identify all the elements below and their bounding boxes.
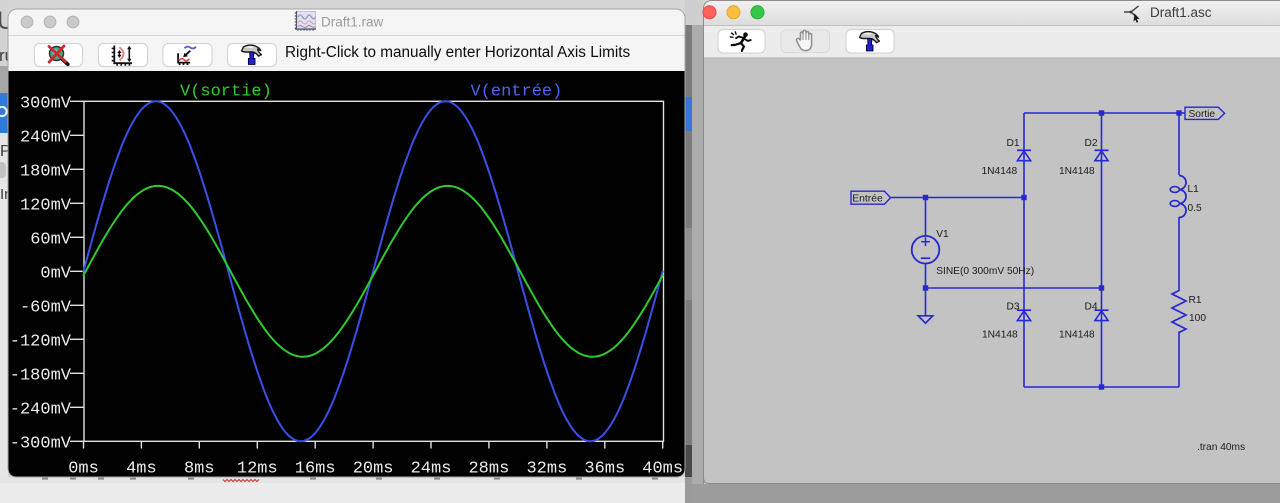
svg-text:20ms: 20ms [353,460,394,479]
svg-text:D3: D3 [1007,301,1020,312]
svg-text:SINE(0 300mV 50Hz): SINE(0 300mV 50Hz) [936,266,1034,277]
svg-text:-300mV: -300mV [10,435,72,454]
svg-text:0ms: 0ms [68,460,99,479]
svg-text:-240mV: -240mV [10,401,72,420]
svg-text:180mV: 180mV [20,163,72,182]
svg-text:V1: V1 [936,229,949,240]
svg-text:16ms: 16ms [295,460,336,479]
svg-text:12ms: 12ms [237,460,278,479]
svg-text:D2: D2 [1085,138,1098,149]
svg-text:120mV: 120mV [20,197,72,216]
svg-text:4ms: 4ms [126,460,157,479]
svg-text:40ms: 40ms [642,460,683,479]
svg-text:60mV: 60mV [30,231,72,250]
svg-text:Entrée: Entrée [852,193,883,204]
svg-text:1N4148: 1N4148 [1059,166,1095,177]
svg-text:8ms: 8ms [184,460,215,479]
svg-text:R1: R1 [1189,295,1202,306]
svg-text:D1: D1 [1007,138,1020,149]
svg-text:300mV: 300mV [20,95,72,114]
svg-text:36ms: 36ms [584,460,625,479]
svg-text:0mV: 0mV [40,265,71,284]
svg-text:-120mV: -120mV [10,333,72,352]
svg-text:Draft1.asc: Draft1.asc [1150,5,1212,20]
svg-text:Draft1.raw: Draft1.raw [321,14,384,29]
svg-text:100: 100 [1189,313,1206,324]
svg-text:1N4148: 1N4148 [1059,330,1095,341]
svg-text:.tran 40ms: .tran 40ms [1197,442,1245,453]
svg-text:D4: D4 [1085,301,1098,312]
svg-text:Right-Click to manually enter: Right-Click to manually enter Horizontal… [285,44,631,61]
svg-text:1N4148: 1N4148 [982,330,1018,341]
svg-text:V(sortie): V(sortie) [180,83,272,102]
svg-text:28ms: 28ms [468,460,509,479]
svg-text:32ms: 32ms [526,460,567,479]
svg-text:1N4148: 1N4148 [982,166,1018,177]
svg-text:V(entrée): V(entrée) [471,83,563,102]
svg-text:240mV: 240mV [20,129,72,148]
svg-text:0.5: 0.5 [1188,203,1202,214]
svg-text:-180mV: -180mV [10,367,72,386]
svg-text:Sortie: Sortie [1188,109,1215,120]
svg-text:L1: L1 [1188,184,1200,195]
svg-text:-60mV: -60mV [20,299,72,318]
svg-text:24ms: 24ms [411,460,452,479]
